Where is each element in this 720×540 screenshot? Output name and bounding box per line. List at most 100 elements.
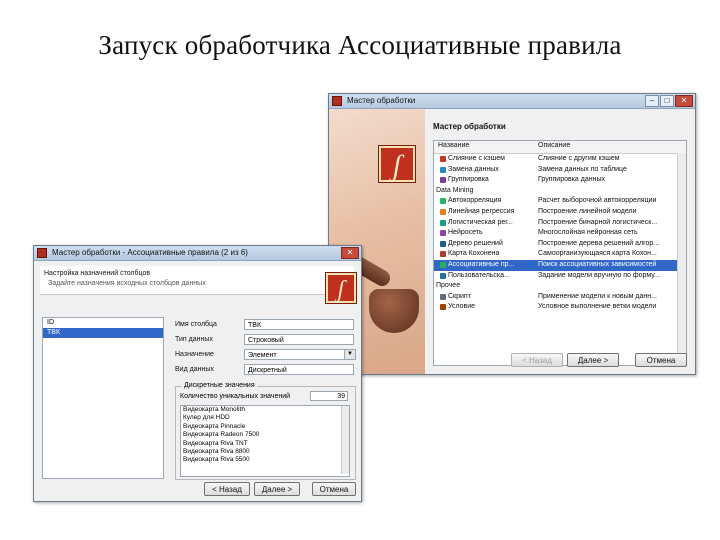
tree-row[interactable]: Скрипт Применение модели к новым данн... (434, 292, 686, 303)
tree-item-icon (440, 304, 446, 311)
tree-item-icon (440, 156, 446, 162)
tree-cell-description: Построение дерева решений алгор... (538, 239, 660, 247)
app-icon (37, 248, 47, 258)
tree-row[interactable]: Дерево решений Построение дерева решений … (434, 239, 686, 250)
tree-cell-description: Группировка данных (538, 176, 606, 184)
tree-cell-name: Условие (448, 303, 476, 311)
step-header: Настройка назначений столбцов Задайте на… (40, 266, 354, 295)
minimize-button[interactable]: – (645, 95, 659, 107)
tree-cell-name: Замена данных (448, 165, 499, 173)
slide-title: Запуск обработчика Ассоциативные правила (98, 30, 622, 60)
purpose-select[interactable]: Элемент ▼ (244, 349, 356, 360)
tree-item-icon (440, 166, 446, 173)
tree-row[interactable]: Слияние с кэшем Слияние с другим кэшем (434, 154, 686, 165)
tree-item-icon (440, 240, 446, 247)
tree-row[interactable]: Линейная регрессия Построение линейной мо… (434, 207, 686, 218)
data-type-field[interactable]: Строковый (244, 334, 354, 345)
tree-cell-description: Слияние с другим кэшем (538, 155, 620, 162)
tree-row[interactable]: Карта Кохонена Самоорганизующаяся карта К… (434, 249, 686, 260)
values-list[interactable]: Видеокарта Monolith Кулер для HDD Видеокар… (180, 405, 350, 477)
unique-count-value: 39 (310, 391, 348, 401)
close-button[interactable]: ✕ (341, 247, 359, 259)
tree-row[interactable]: Замена данных Замена данных по таблице (434, 165, 686, 176)
tree-row[interactable]: Пользовательска... Задание модели вручную… (434, 271, 686, 282)
column-name-field[interactable]: ТВК (244, 319, 354, 330)
tree-cell-name: Логистическая рег... (448, 218, 513, 226)
tree-group[interactable]: Data Mining (434, 186, 686, 197)
value-item[interactable]: Видеокарта Riva 8800 (181, 448, 349, 456)
tree-cell-description: Построение линейной модели (538, 207, 637, 215)
cancel-button[interactable]: Отмена (635, 353, 687, 367)
next-button[interactable]: Далее > (254, 482, 300, 496)
data-kind-field[interactable]: Дискретный (244, 364, 354, 375)
tree-cell-description: Поиск ассоциативных зависимостей (538, 260, 657, 268)
tree-cell-name: Линейная регрессия (448, 207, 515, 215)
tree-item-icon (440, 261, 446, 268)
tree-cell-name: Пользовательска... (448, 271, 510, 279)
value-item[interactable]: Видеокарта Radeon 7500 (181, 431, 349, 439)
columns-list[interactable]: ID ТВК (42, 317, 164, 479)
tree-cell-description: Условное выполнение ветки модели (538, 303, 657, 311)
unique-count-label: Количество уникальных значений (180, 393, 291, 400)
value-item[interactable]: Видеокарта Riva 5500 (181, 456, 349, 464)
tree-cell-description: Многослойная нейронная сеть (538, 229, 638, 237)
tree-cell-name: Ассоциативные пр... (448, 260, 515, 268)
values-scrollbar[interactable] (341, 406, 349, 474)
titlebar[interactable]: Мастер обработки - Ассоциативные правила… (34, 246, 361, 261)
chevron-down-icon[interactable]: ▼ (344, 350, 355, 359)
tree-item-icon (440, 198, 446, 205)
list-item-selected[interactable]: ТВК (43, 328, 163, 338)
step-subtitle: Задайте назначения исходных столбцов дан… (48, 280, 206, 287)
tree-row-selected[interactable]: Ассоциативные пр... Поиск ассоциативных з… (434, 259, 686, 271)
tree-scrollbar[interactable] (677, 153, 686, 363)
handlers-tree[interactable]: Название Описание Слияние с кэшем Слияние… (433, 140, 687, 366)
titlebar[interactable]: Мастер обработки – □ ✕ (329, 94, 695, 109)
pipe-bowl (369, 289, 419, 333)
tree-cell-description: Расчет выборочной автокорреляции (538, 197, 657, 205)
group-title: Дискретные значения (182, 382, 257, 389)
value-item[interactable]: Видеокарта Riva TNT (181, 440, 349, 448)
tree-row[interactable]: Условие Условное выполнение ветки модели (434, 302, 686, 313)
value-item[interactable]: Видеокарта Monolith (181, 406, 349, 414)
maximize-button[interactable]: □ (660, 95, 674, 107)
tree-item-icon (440, 251, 446, 258)
tree-item-icon (440, 293, 446, 300)
tree-row[interactable]: Нейросеть Многослойная нейронная сеть (434, 228, 686, 239)
tree-group[interactable]: Прочее (434, 281, 686, 292)
tree-item-icon (440, 230, 446, 237)
purpose-value: Элемент (248, 352, 277, 359)
deductor-logo-icon: ʃ (326, 273, 356, 303)
tree-item-icon (440, 219, 446, 226)
back-button[interactable]: < Назад (511, 353, 563, 367)
tree-item-icon (440, 272, 446, 279)
tree-cell-description: Задание модели вручную по форму... (538, 271, 660, 279)
cancel-button[interactable]: Отмена (312, 482, 356, 496)
data-kind-label: Вид данных (175, 366, 214, 373)
column-header-description[interactable]: Описание (538, 142, 570, 149)
close-button[interactable]: ✕ (675, 95, 693, 107)
next-button[interactable]: Далее > (567, 353, 619, 367)
tree-row[interactable]: Группировка Группировка данных (434, 175, 686, 186)
tree-cell-description: Применение модели к новым данн... (538, 292, 657, 300)
data-type-label: Тип данных (175, 336, 213, 343)
purpose-label: Назначение (175, 351, 214, 358)
tree-cell-name: Data Mining (436, 186, 474, 194)
tree-row[interactable]: Логистическая рег... Построение бинарной … (434, 218, 686, 229)
tree-row[interactable]: Автокорреляция Расчет выборочной автокорр… (434, 196, 686, 207)
back-button[interactable]: < Назад (204, 482, 250, 496)
app-icon (332, 96, 342, 106)
tree-item-icon (440, 208, 446, 215)
value-item[interactable]: Кулер для HDD (181, 414, 349, 422)
tree-item-icon (440, 177, 446, 184)
window-title: Мастер обработки - Ассоциативные правила… (52, 248, 248, 257)
tree-cell-name: Карта Кохонена (448, 250, 500, 258)
value-item[interactable]: Видеокарта Pinnacle (181, 423, 349, 431)
discrete-values-group: Дискретные значения Количество уникальны… (175, 382, 356, 480)
deductor-logo-icon: ʃ (379, 146, 415, 182)
tree-header: Название Описание (434, 141, 686, 154)
tree-cell-description: Замена данных по таблице (538, 165, 627, 173)
tree-cell-name: Дерево решений (448, 239, 503, 247)
list-item[interactable]: ID (43, 318, 163, 328)
column-header-name[interactable]: Название (438, 142, 469, 149)
tree-cell-name: Скрипт (448, 292, 471, 300)
